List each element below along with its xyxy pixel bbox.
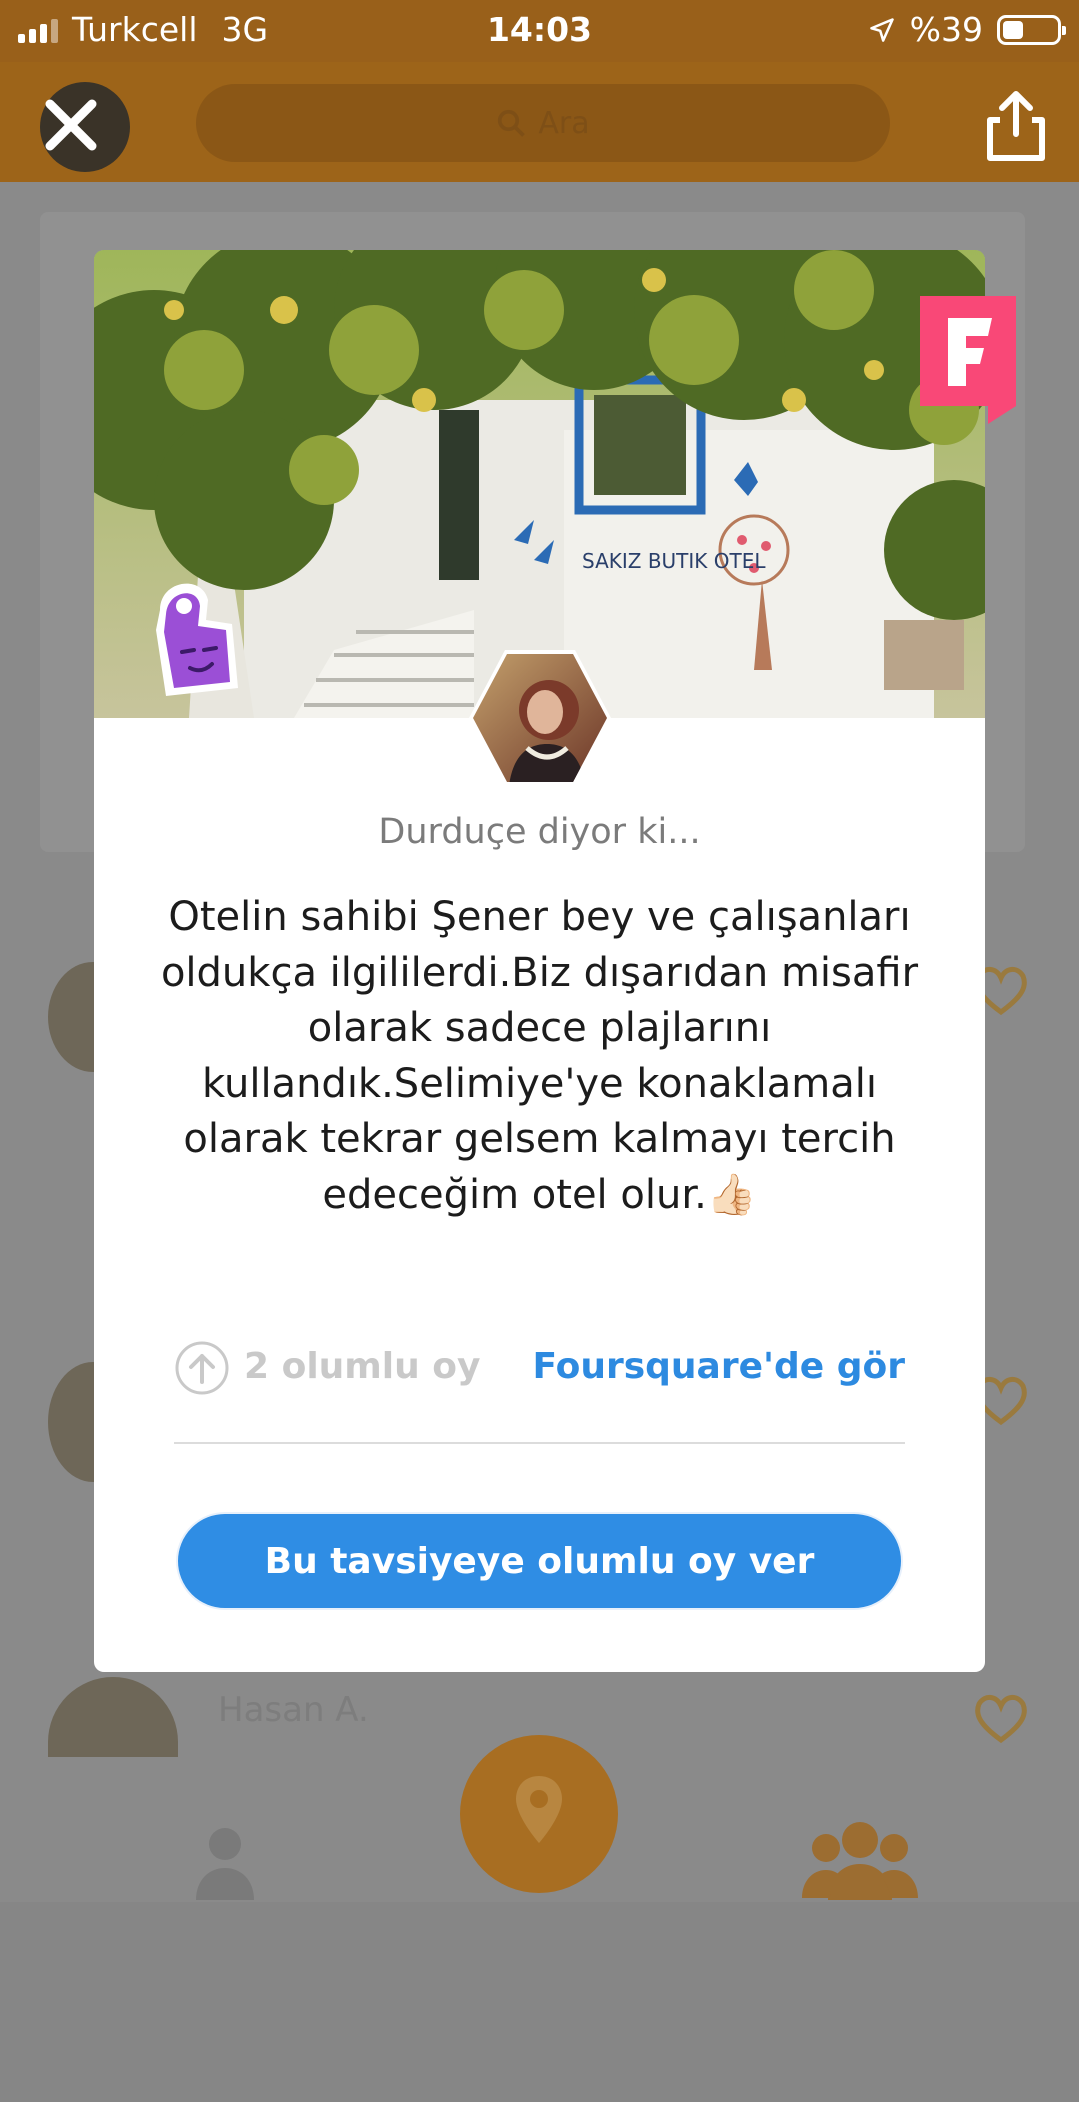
- upvote-tip-button[interactable]: Bu tavsiyeye olumlu oy ver: [176, 1512, 903, 1610]
- upvote-arrow-icon: [175, 1341, 229, 1395]
- door-hanger-sticker-icon: [156, 583, 238, 696]
- background-user-name: Hasan A.: [218, 1690, 369, 1730]
- top-nav-bar: Ara: [0, 62, 1079, 182]
- battery-percent: %39: [909, 10, 983, 49]
- foursquare-link[interactable]: Foursquare'de gör: [532, 1346, 905, 1387]
- background-avatar: [48, 1677, 178, 1757]
- upvote-row: 2 olumlu oy Foursquare'de gör: [174, 1338, 905, 1398]
- search-input[interactable]: Ara: [196, 84, 890, 162]
- share-icon[interactable]: [980, 86, 1052, 166]
- tip-card: SAKIZ BUTIK OTEL Durduçe diyor ki... Ote…: [94, 250, 985, 1672]
- friends-icon[interactable]: [800, 1812, 920, 1902]
- author-avatar: [469, 650, 611, 786]
- heart-icon: [975, 1695, 1027, 1744]
- divider: [174, 1442, 905, 1444]
- tip-text: Otelin sahibi Şener bey ve çalışanları o…: [160, 894, 919, 1218]
- location-pin-icon: [516, 1776, 562, 1843]
- close-icon[interactable]: [38, 92, 104, 158]
- photo-sign-text: SAKIZ BUTIK OTEL: [582, 549, 766, 573]
- search-placeholder: Ara: [538, 105, 590, 141]
- search-icon: [498, 109, 526, 137]
- battery-icon: [997, 14, 1066, 45]
- author-line: Durduçe diyor ki...: [378, 812, 701, 852]
- bottom-tab-bar: [0, 1902, 1079, 2102]
- status-right: %39: [868, 10, 1066, 49]
- location-arrow-icon: [869, 17, 894, 42]
- person-icon[interactable]: [190, 1822, 260, 1902]
- foursquare-logo-icon: [920, 296, 1016, 424]
- upvote-count: 2 olumlu oy: [244, 1346, 481, 1387]
- status-bar: Turkcell 3G 14:03 %39: [0, 0, 1079, 62]
